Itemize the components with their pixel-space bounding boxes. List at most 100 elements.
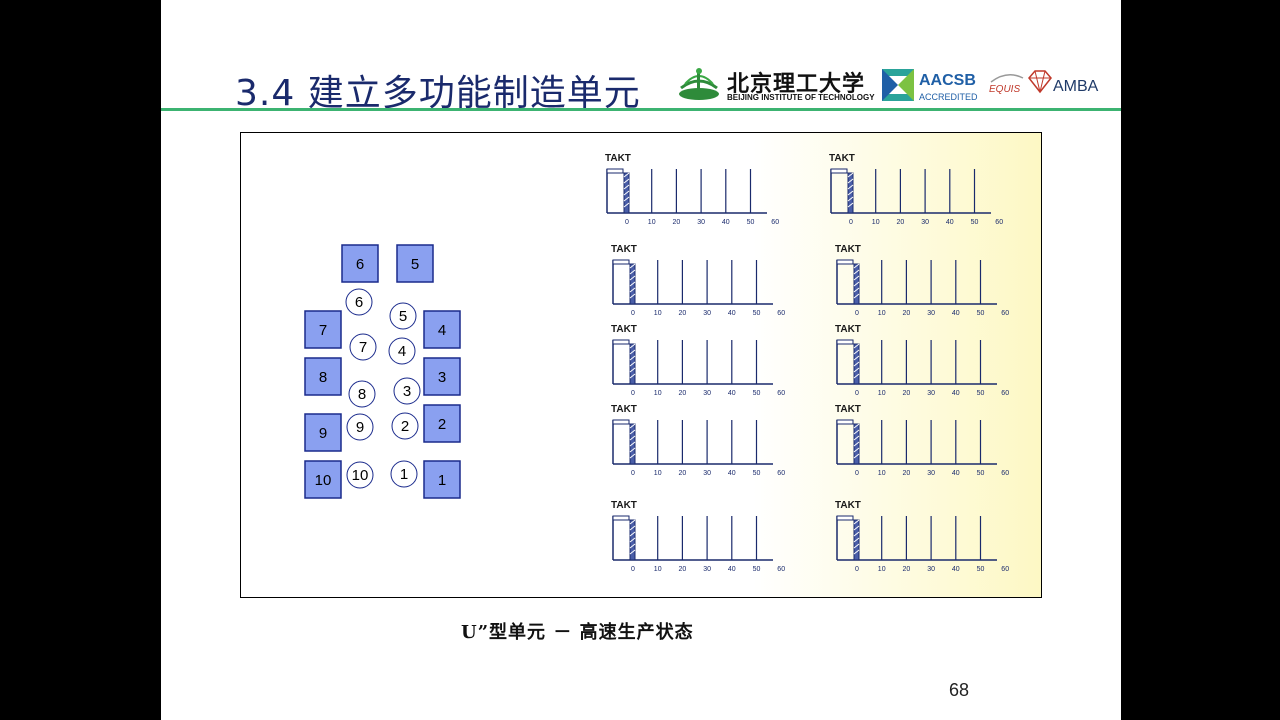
takt-chart-10-tick-label-10: 10: [878, 566, 886, 573]
takt-chart-4-tick-label-10: 10: [878, 310, 886, 317]
slide-caption: U”型单元 － 高速生产状态: [461, 622, 694, 643]
takt-chart-6-tick-label-30: 30: [927, 390, 935, 397]
takt-chart-6-tick-label-40: 40: [952, 390, 960, 397]
takt-chart-10-tick-label-30: 30: [927, 566, 935, 573]
takt-chart-4-tick-label-50: 50: [977, 310, 985, 317]
takt-chart-4-tick-label-40: 40: [952, 310, 960, 317]
takt-chart-1-tick-label-50: 50: [747, 219, 755, 226]
machine-label-7: 7: [319, 322, 327, 339]
takt-chart-5-tick-label-60: 60: [777, 390, 785, 397]
aacsb-subtext: ACCREDITED: [919, 92, 978, 102]
takt-chart-5-tick-label-30: 30: [703, 390, 711, 397]
takt-chart-5-tick-label-0: 0: [631, 390, 635, 397]
takt-chart-2-tick-label-40: 40: [946, 219, 954, 226]
takt-chart-7-tick-label-0: 0: [631, 470, 635, 477]
takt-chart-4-tick-label-60: 60: [1001, 310, 1009, 317]
bit-logo: 北京理工大学 BEIJING INSTITUTE OF TECHNOLOGY: [675, 66, 875, 106]
takt-chart-5-tick-label-20: 20: [679, 390, 687, 397]
takt-chart-3-tick-label-50: 50: [753, 310, 761, 317]
takt-chart-6-takt-marker: [836, 339, 854, 345]
takt-chart-8-tick-label-0: 0: [855, 470, 859, 477]
takt-chart-8-takt-marker: [836, 419, 854, 425]
takt-chart-1-takt-marker: [606, 168, 624, 174]
takt-chart-8-tick-label-50: 50: [977, 470, 985, 477]
operator-label-8: 8: [358, 386, 366, 403]
machine-label-1: 1: [438, 472, 446, 489]
u-cell-diagram: 1 2 3 4 5 6 7 8 9 10 1 2 3 4 5 6 7 8 9 10 TAKT 0 10 20 30 40 50 60 T…: [304, 153, 1009, 573]
takt-chart-3-tick-label-0: 0: [631, 310, 635, 317]
takt-chart-2-tick-label-60: 60: [995, 219, 1003, 226]
machine-label-8: 8: [319, 369, 327, 386]
takt-chart-4-label: TAKT: [835, 244, 861, 255]
takt-chart-6-tick-label-50: 50: [977, 390, 985, 397]
amba-text: AMBA: [1053, 78, 1099, 95]
operator-label-10: 10: [352, 467, 369, 484]
machine-label-9: 9: [319, 425, 327, 442]
bit-name-en: BEIJING INSTITUTE OF TECHNOLOGY: [727, 93, 875, 102]
takt-chart-6-tick-label-60: 60: [1001, 390, 1009, 397]
takt-chart-5-tick-label-10: 10: [654, 390, 662, 397]
takt-chart-3-tick-label-30: 30: [703, 310, 711, 317]
operator-label-4: 4: [398, 343, 406, 360]
takt-chart-8-label: TAKT: [835, 404, 861, 415]
logo-bar: 北京理工大学 BEIJING INSTITUTE OF TECHNOLOGY A…: [675, 66, 1105, 106]
takt-chart-10-tick-label-40: 40: [952, 566, 960, 573]
takt-chart-7-tick-label-30: 30: [703, 470, 711, 477]
takt-chart-3-takt-marker: [612, 259, 630, 265]
machine-label-2: 2: [438, 416, 446, 433]
takt-chart-1-tick-label-30: 30: [697, 219, 705, 226]
aacsb-logo: AACSB ACCREDITED: [881, 68, 981, 104]
takt-chart-9-tick-label-60: 60: [777, 566, 785, 573]
takt-chart-7-tick-label-20: 20: [679, 470, 687, 477]
takt-chart-6-tick-label-0: 0: [855, 390, 859, 397]
takt-chart-5-tick-label-40: 40: [728, 390, 736, 397]
takt-chart-1-tick-label-0: 0: [625, 219, 629, 226]
operator-label-9: 9: [356, 419, 364, 436]
takt-chart-6-label: TAKT: [835, 324, 861, 335]
takt-chart-2-tick-label-50: 50: [971, 219, 979, 226]
takt-chart-9-tick-label-30: 30: [703, 566, 711, 573]
takt-chart-3-tick-label-10: 10: [654, 310, 662, 317]
takt-chart-7-tick-label-50: 50: [753, 470, 761, 477]
takt-chart-1-tick-label-20: 20: [673, 219, 681, 226]
machine-label-3: 3: [438, 369, 446, 386]
takt-chart-2-tick-label-20: 20: [897, 219, 905, 226]
takt-chart-8-tick-label-30: 30: [927, 470, 935, 477]
operator-label-1: 1: [400, 466, 408, 483]
takt-chart-8-tick-label-40: 40: [952, 470, 960, 477]
takt-chart-3-tick-label-60: 60: [777, 310, 785, 317]
takt-chart-9-takt-marker: [612, 515, 630, 521]
title-divider: [161, 108, 1121, 111]
equis-text: EQUIS: [989, 84, 1021, 95]
takt-chart-1-tick-label-10: 10: [648, 219, 656, 226]
slide: 3.4 建立多功能制造单元 北京理工大学 BEIJING INSTITUTE O…: [161, 0, 1121, 720]
operator-label-7: 7: [359, 339, 367, 356]
takt-chart-7-tick-label-10: 10: [654, 470, 662, 477]
takt-chart-10-tick-label-20: 20: [903, 566, 911, 573]
operator-label-3: 3: [403, 383, 411, 400]
operator-label-6: 6: [355, 294, 363, 311]
takt-chart-5-label: TAKT: [611, 324, 637, 335]
takt-chart-2-tick-label-0: 0: [849, 219, 853, 226]
takt-chart-10-tick-label-60: 60: [1001, 566, 1009, 573]
takt-chart-1-tick-label-60: 60: [771, 219, 779, 226]
takt-chart-2-label: TAKT: [829, 153, 855, 164]
machine-label-6: 6: [356, 256, 364, 273]
page-number: 68: [949, 680, 970, 700]
takt-chart-2-tick-label-30: 30: [921, 219, 929, 226]
takt-chart-10-label: TAKT: [835, 500, 861, 511]
takt-chart-7-takt-marker: [612, 419, 630, 425]
machine-label-5: 5: [411, 256, 419, 273]
operator-label-2: 2: [401, 418, 409, 435]
machine-label-10: 10: [315, 472, 332, 489]
takt-chart-3-label: TAKT: [611, 244, 637, 255]
takt-chart-2-takt-marker: [830, 168, 848, 174]
takt-chart-8-tick-label-20: 20: [903, 470, 911, 477]
aacsb-emblem-icon: [882, 69, 914, 101]
takt-chart-6-tick-label-10: 10: [878, 390, 886, 397]
takt-chart-9-tick-label-0: 0: [631, 566, 635, 573]
amba-logo: AMBA: [1027, 68, 1107, 104]
takt-chart-6-tick-label-20: 20: [903, 390, 911, 397]
takt-chart-4-takt-marker: [836, 259, 854, 265]
takt-chart-4-tick-label-30: 30: [927, 310, 935, 317]
